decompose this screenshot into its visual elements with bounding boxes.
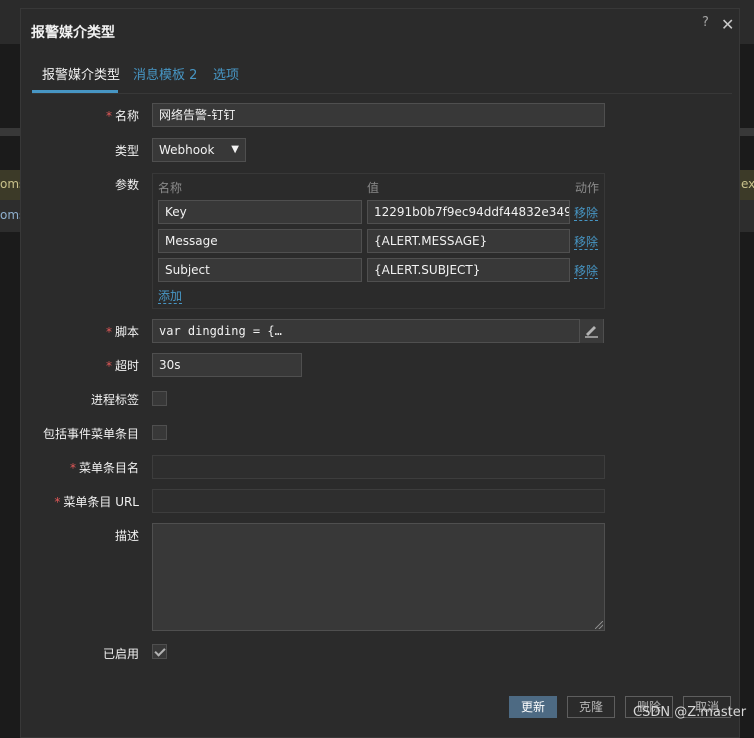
enabled-label: 已启用 bbox=[102, 647, 139, 661]
dialog-title: 报警媒介类型 bbox=[31, 25, 115, 41]
resize-grip-icon[interactable] bbox=[595, 621, 603, 629]
param-name-input[interactable]: Message bbox=[158, 229, 362, 253]
script-label: * 脚本 bbox=[105, 325, 139, 339]
menu-url-label: * 菜单条目 URL bbox=[54, 495, 139, 509]
type-select-value: Webhook bbox=[159, 143, 215, 157]
name-label: * 名称 bbox=[105, 109, 139, 123]
required-mark: * bbox=[105, 325, 112, 339]
tab-media-type[interactable]: 报警媒介类型 bbox=[32, 67, 120, 93]
pencil-icon bbox=[585, 326, 598, 338]
script-input[interactable]: var dingding = {… bbox=[152, 319, 604, 343]
param-name-input[interactable]: Key bbox=[158, 200, 362, 224]
tab-bar: 报警媒介类型 消息模板 2 选项 bbox=[32, 67, 732, 94]
params-col-action: 动作 bbox=[575, 181, 600, 195]
close-icon[interactable]: ✕ bbox=[721, 15, 734, 34]
timeout-label: * 超时 bbox=[105, 359, 139, 373]
required-mark: * bbox=[105, 109, 112, 123]
description-textarea[interactable] bbox=[152, 523, 605, 631]
menu-url-input[interactable] bbox=[152, 489, 605, 513]
required-mark: * bbox=[54, 495, 61, 509]
script-edit-button[interactable] bbox=[579, 319, 603, 343]
params-col-value: 值 bbox=[367, 181, 380, 195]
process-tags-label: 进程标签 bbox=[90, 393, 139, 407]
include-menu-label: 包括事件菜单条目 bbox=[42, 427, 139, 441]
param-remove-link[interactable]: 移除 bbox=[574, 265, 599, 279]
param-name-input[interactable]: Subject bbox=[158, 258, 362, 282]
params-label: 参数 bbox=[114, 178, 139, 192]
param-remove-link[interactable]: 移除 bbox=[574, 207, 599, 221]
param-value-input[interactable]: {ALERT.SUBJECT} bbox=[367, 258, 570, 282]
param-remove-link[interactable]: 移除 bbox=[574, 236, 599, 250]
watermark: CSDN @Z.master bbox=[633, 705, 747, 720]
params-table: 名称 值 动作 Key 12291b0b7f9ec94ddf44832e3494… bbox=[152, 173, 605, 309]
required-mark: * bbox=[105, 359, 112, 373]
menu-name-input[interactable] bbox=[152, 455, 605, 479]
media-type-dialog: 报警媒介类型 ? ✕ 报警媒介类型 消息模板 2 选项 * 名称 网络告警-钉钉 … bbox=[20, 8, 740, 738]
menu-name-label: * 菜单条目名 bbox=[69, 461, 139, 475]
description-label: 描述 bbox=[114, 529, 139, 543]
help-icon[interactable]: ? bbox=[702, 15, 709, 30]
clone-button[interactable]: 克隆 bbox=[567, 696, 615, 718]
type-label: 类型 bbox=[114, 144, 139, 158]
param-value-input[interactable]: 12291b0b7f9ec94ddf44832e349468 bbox=[367, 200, 570, 224]
param-add-link[interactable]: 添加 bbox=[158, 290, 183, 304]
tab-message-templates[interactable]: 消息模板 2 bbox=[133, 67, 197, 93]
process-tags-checkbox[interactable] bbox=[152, 391, 167, 406]
update-button[interactable]: 更新 bbox=[509, 696, 557, 718]
timeout-input[interactable]: 30s bbox=[152, 353, 302, 377]
chevron-down-icon: ▼ bbox=[231, 144, 239, 155]
type-select[interactable]: Webhook ▼ bbox=[152, 138, 246, 162]
required-mark: * bbox=[69, 461, 76, 475]
name-input[interactable]: 网络告警-钉钉 bbox=[152, 103, 605, 127]
include-menu-checkbox[interactable] bbox=[152, 425, 167, 440]
params-col-name: 名称 bbox=[158, 181, 183, 195]
tab-options[interactable]: 选项 bbox=[213, 67, 239, 93]
background-text: exa bbox=[741, 177, 754, 191]
enabled-checkbox[interactable] bbox=[152, 644, 167, 659]
param-value-input[interactable]: {ALERT.MESSAGE} bbox=[367, 229, 570, 253]
